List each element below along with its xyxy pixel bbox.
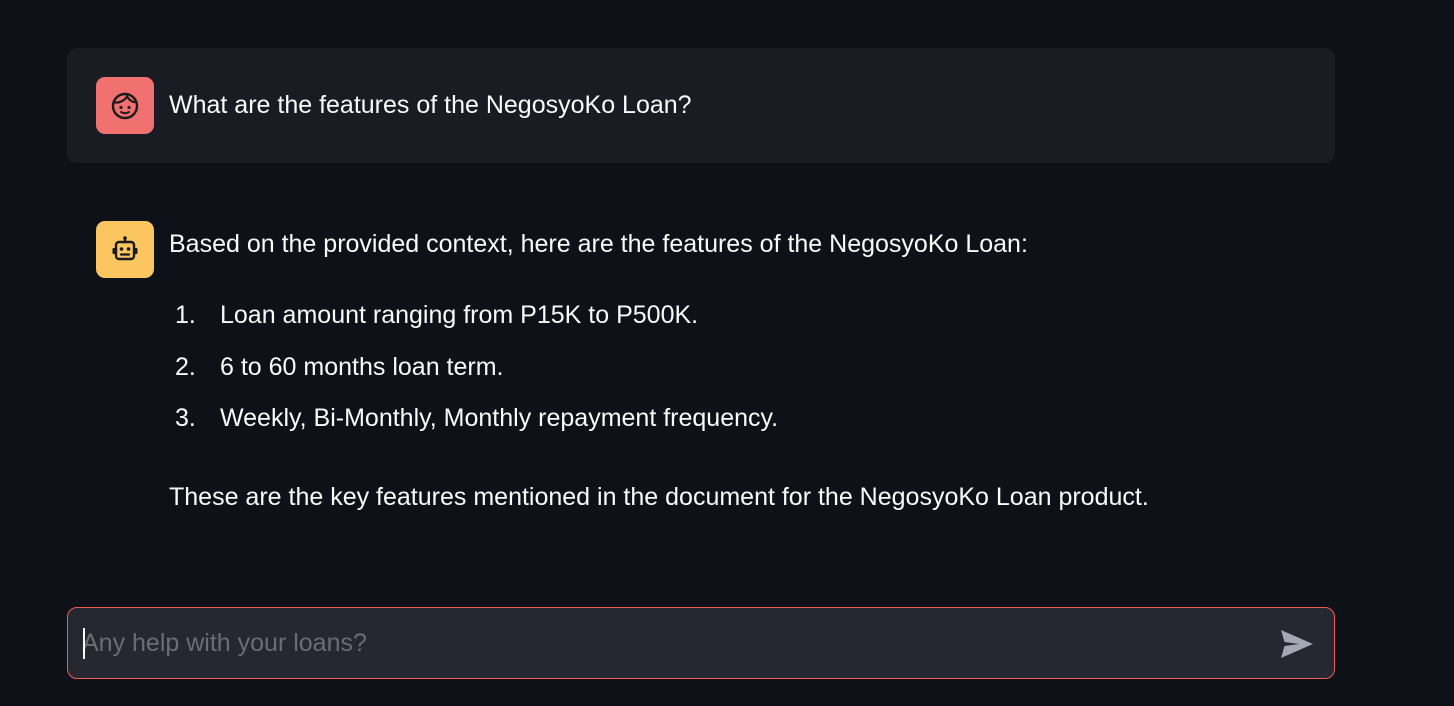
user-avatar (96, 77, 154, 134)
feature-text: 6 to 60 months loan term. (220, 352, 504, 381)
assistant-outro-text: These are the key features mentioned in … (169, 483, 1149, 511)
chat-input-container (67, 607, 1335, 679)
robot-icon (112, 235, 138, 260)
chat-page: What are the features of the NegosyoKo L… (0, 0, 1454, 706)
chat-input[interactable] (82, 608, 1262, 678)
feature-number: 2. (175, 352, 196, 381)
send-button[interactable] (1278, 625, 1316, 663)
text-caret (83, 628, 85, 659)
face-icon (111, 92, 139, 119)
assistant-message: Based on the provided context, here are … (67, 192, 1335, 552)
feature-text: Weekly, Bi-Monthly, Monthly repayment fr… (220, 404, 779, 432)
assistant-avatar (96, 221, 154, 278)
feature-text: Loan amount ranging from P15K to P500K. (220, 301, 699, 329)
user-message: What are the features of the NegosyoKo L… (67, 48, 1335, 163)
assistant-intro-text: Based on the provided context, here are … (169, 230, 1028, 258)
feature-number: 1. (175, 301, 196, 329)
user-message-text: What are the features of the NegosyoKo L… (169, 91, 692, 119)
send-icon (1281, 630, 1313, 658)
feature-number: 3. (175, 404, 196, 432)
